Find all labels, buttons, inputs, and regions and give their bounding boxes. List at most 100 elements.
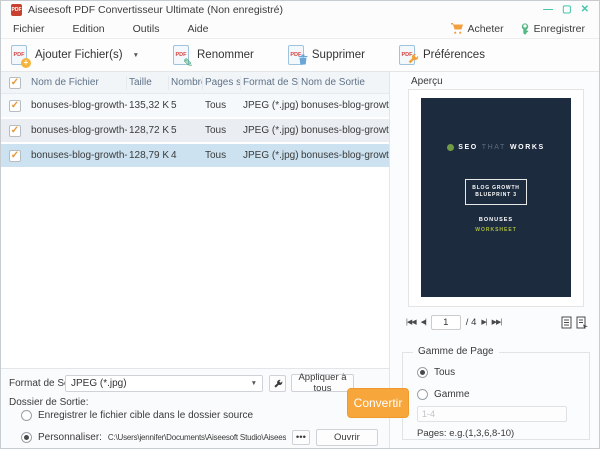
table-row[interactable]: ✓ bonuses-blog-growth-bl... 135,32 KB 5 … xyxy=(1,94,389,119)
range-all-label: Tous xyxy=(434,367,456,378)
menu-fichier[interactable]: Fichier xyxy=(9,21,55,37)
range-all-option[interactable]: Tous xyxy=(417,367,589,378)
logo-works: WORKS xyxy=(509,144,545,151)
cell-count: 4 xyxy=(171,150,177,161)
register-button[interactable]: Enregistrer xyxy=(520,23,585,35)
page-export-icon[interactable] xyxy=(576,316,588,329)
customize-label: Personnaliser: xyxy=(38,432,102,443)
cell-name: bonuses-blog-growth-bl... xyxy=(31,100,127,111)
cell-output: bonuses-blog-growth-blueprin... xyxy=(301,125,389,136)
check-icon: ✓ xyxy=(10,76,20,88)
format-value: JPEG (*.jpg) xyxy=(71,378,127,389)
preferences-label: Préférences xyxy=(422,49,485,61)
radio-selected-icon[interactable] xyxy=(417,367,428,378)
blueprint-box: BLOG GROWTH BLUEPRINT 3 xyxy=(465,179,527,205)
previous-page-icon[interactable]: ◀| xyxy=(421,318,427,326)
cell-output: bonuses-blog-growth-blueprin... xyxy=(301,150,389,161)
preferences-button[interactable]: PDF Préférences xyxy=(398,45,485,65)
maximize-icon[interactable]: ▢ xyxy=(562,5,571,15)
bonuses-text: BONUSES xyxy=(478,217,514,223)
wrench-icon xyxy=(408,53,419,64)
page-total: / 4 xyxy=(465,316,477,328)
page-range-title: Gamme de Page xyxy=(413,346,499,357)
save-to-source-option[interactable]: Enregistrer le fichier cible dans le dos… xyxy=(21,410,253,421)
apply-all-button[interactable]: Appliquer à tous xyxy=(291,372,354,394)
main-content: ✓ Nom de Fichier Taille Nombre Pages sé … xyxy=(1,72,599,448)
worksheet-text: WORKSHEET xyxy=(475,227,517,233)
page-navigation: |◀◀ ◀| / 4 ▶| ▶▶| xyxy=(406,313,588,331)
pdf-page-preview: SEO THAT WORKS BLOG GROWTH BLUEPRINT 3 B… xyxy=(421,98,571,297)
menu-bar: Fichier Edition Outils Aide Acheter Enre… xyxy=(1,19,599,39)
delete-button[interactable]: PDF Supprimer xyxy=(287,45,365,65)
cell-pages: Tous xyxy=(205,150,227,161)
format-select[interactable]: JPEG (*.jpg) ▼ xyxy=(65,375,263,392)
select-all-checkbox[interactable]: ✓ xyxy=(9,76,21,89)
rename-label: Renommer xyxy=(197,49,254,61)
page-list-icon[interactable] xyxy=(561,316,572,329)
seo-logo: SEO THAT WORKS xyxy=(447,144,545,151)
cell-pages: Tous xyxy=(205,125,227,136)
menu-aide[interactable]: Aide xyxy=(183,21,218,37)
app-window: PDF Aiseesoft PDF Convertisseur Ultimate… xyxy=(0,0,600,449)
convert-button[interactable]: Convertir xyxy=(347,388,409,418)
row-checkbox[interactable]: ✓ xyxy=(9,149,21,162)
page-range-group: Gamme de Page Tous Gamme Pages: e.g.(1,3… xyxy=(402,346,590,440)
header-format: Format de Sor xyxy=(243,75,299,90)
open-folder-button[interactable]: Ouvrir xyxy=(315,429,378,446)
pdf-add-icon: PDF + xyxy=(11,45,31,68)
cell-name: bonuses-blog-growth-bl... xyxy=(31,125,127,136)
rename-button[interactable]: PDF ✎ Renommer xyxy=(173,45,254,69)
cell-format: JPEG (*.jpg) xyxy=(243,100,299,111)
row-checkbox[interactable]: ✓ xyxy=(9,124,21,137)
blueprint-line1: BLOG GROWTH xyxy=(472,185,520,191)
radio-unselected-icon[interactable] xyxy=(21,410,32,421)
radio-unselected-icon[interactable] xyxy=(417,389,428,400)
cell-size: 128,72 KB xyxy=(129,125,169,136)
check-icon: ✓ xyxy=(10,99,20,111)
next-page-icon[interactable]: ▶| xyxy=(481,318,487,326)
page-number-input[interactable] xyxy=(430,314,461,330)
toolbar: PDF + Ajouter Fichier(s) ▼ PDF ✎ Renomme… xyxy=(1,39,599,72)
title-bar: PDF Aiseesoft PDF Convertisseur Ultimate… xyxy=(1,1,599,19)
cell-pages: Tous xyxy=(205,100,227,111)
app-pdf-icon: PDF xyxy=(11,4,22,16)
range-custom-label: Gamme xyxy=(434,389,470,400)
range-input[interactable] xyxy=(417,406,567,422)
cell-format: JPEG (*.jpg) xyxy=(243,125,299,136)
cell-size: 128,79 KB xyxy=(129,150,169,161)
pdf-rename-icon: PDF ✎ xyxy=(173,45,193,69)
close-icon[interactable]: ✕ xyxy=(581,5,589,15)
key-icon xyxy=(521,22,528,35)
add-files-button[interactable]: PDF + Ajouter Fichier(s) ▼ xyxy=(11,45,139,68)
first-page-icon[interactable]: |◀◀ xyxy=(406,318,417,326)
trash-icon xyxy=(298,54,308,65)
range-custom-option[interactable]: Gamme xyxy=(417,389,589,400)
table-row[interactable]: ✓ bonuses-blog-growth-bl... 128,72 KB 5 … xyxy=(1,119,389,144)
blueprint-line2: BLUEPRINT 3 xyxy=(475,192,517,198)
table-row-selected[interactable]: ✓ bonuses-blog-growth-bl... 128,79 KB 4 … xyxy=(1,144,389,169)
save-to-source-label: Enregistrer le fichier cible dans le dos… xyxy=(38,410,254,421)
logo-that: THAT xyxy=(481,144,506,151)
cell-count: 5 xyxy=(171,125,177,136)
cell-format: JPEG (*.jpg) xyxy=(243,150,299,161)
check-icon: ✓ xyxy=(10,124,20,136)
pdf-delete-icon: PDF xyxy=(287,45,308,65)
menu-edition[interactable]: Edition xyxy=(69,21,115,37)
cell-size: 135,32 KB xyxy=(129,100,169,111)
last-page-icon[interactable]: ▶▶| xyxy=(492,318,503,326)
chevron-down-icon: ▼ xyxy=(132,51,139,59)
customize-option[interactable]: Personnaliser: C:\Users\jennifer\Documen… xyxy=(21,429,378,446)
cell-name: bonuses-blog-growth-bl... xyxy=(31,150,127,161)
check-icon: ✓ xyxy=(10,149,20,161)
chevron-down-icon: ▼ xyxy=(250,380,257,387)
preview-box: SEO THAT WORKS BLOG GROWTH BLUEPRINT 3 B… xyxy=(408,89,584,307)
row-checkbox[interactable]: ✓ xyxy=(9,99,21,112)
radio-selected-icon[interactable] xyxy=(21,432,32,443)
buy-button[interactable]: Acheter xyxy=(451,23,504,35)
menu-outils[interactable]: Outils xyxy=(129,21,170,37)
minimize-icon[interactable]: — xyxy=(543,5,553,15)
pdf-preferences-icon: PDF xyxy=(398,45,419,65)
format-settings-button[interactable] xyxy=(269,375,286,392)
cart-icon xyxy=(451,23,464,34)
browse-button[interactable]: ••• xyxy=(291,430,310,445)
